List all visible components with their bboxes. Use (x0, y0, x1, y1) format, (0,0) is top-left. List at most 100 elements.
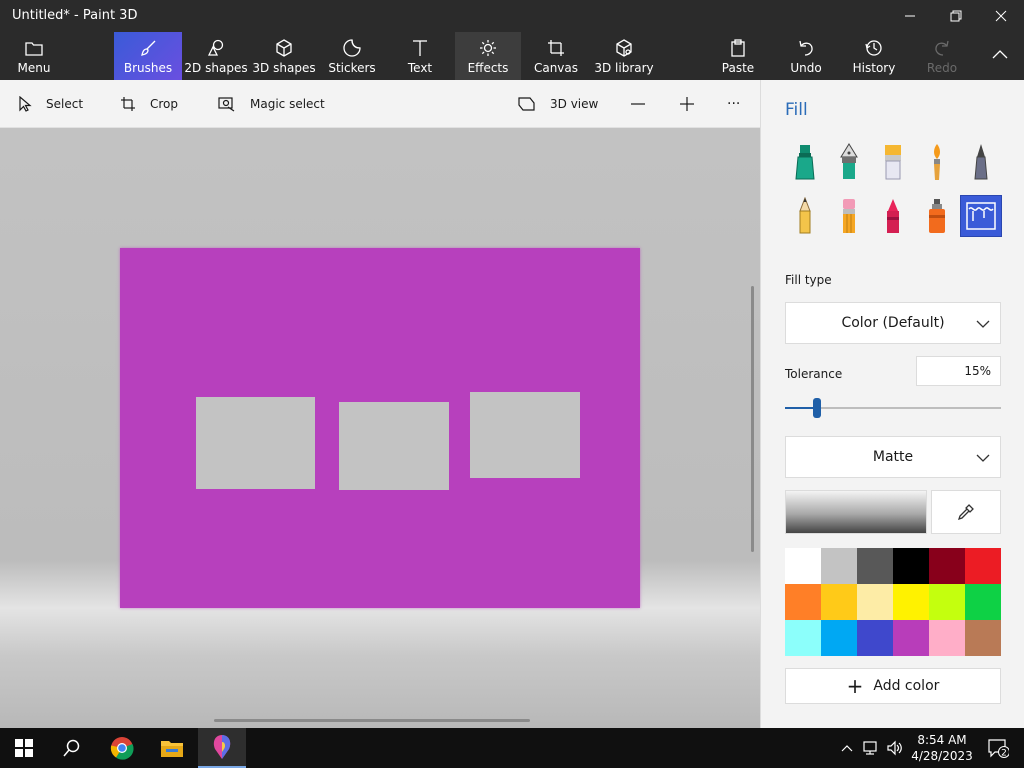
volume-button[interactable] (884, 728, 906, 768)
eraser-tool[interactable] (829, 196, 869, 236)
canvas-gray-rectangle (196, 397, 315, 489)
taskbar: 8:54 AM 4/28/2023 2 (0, 728, 1024, 768)
taskbar-paint-3d[interactable] (198, 728, 246, 768)
oil-brush-tool[interactable] (873, 142, 913, 182)
more-options-button[interactable]: ··· (727, 80, 740, 128)
color-swatch[interactable] (965, 584, 1001, 620)
chevron-down-icon (976, 454, 990, 462)
sun-icon (480, 40, 496, 56)
search-button[interactable] (48, 728, 96, 768)
horizontal-scrollbar[interactable] (214, 719, 530, 722)
color-preview[interactable] (785, 490, 927, 534)
folder-icon (161, 741, 183, 757)
history-button[interactable]: History (850, 32, 898, 80)
redo-button[interactable]: Redo (920, 32, 964, 80)
select-button[interactable]: Select (18, 80, 83, 128)
vertical-scrollbar[interactable] (751, 286, 754, 552)
finish-dropdown[interactable]: Matte (785, 436, 1001, 478)
canvas[interactable] (120, 248, 640, 608)
color-swatch[interactable] (929, 584, 965, 620)
start-button[interactable] (0, 728, 48, 768)
marker-icon (795, 145, 815, 180)
color-swatch[interactable] (893, 620, 929, 656)
taskbar-clock[interactable]: 8:54 AM 4/28/2023 (910, 732, 974, 764)
magic-select-icon (218, 97, 235, 112)
color-swatch[interactable] (821, 584, 857, 620)
pixel-pen-tool[interactable] (961, 142, 1001, 182)
calligraphy-pen-tool[interactable] (829, 142, 869, 182)
fill-bucket-tool[interactable] (960, 195, 1002, 237)
minimize-icon (905, 15, 915, 17)
color-swatch[interactable] (821, 620, 857, 656)
add-color-button[interactable]: + Add color (785, 668, 1001, 704)
select-cursor-icon (19, 96, 32, 112)
taskbar-chrome[interactable] (98, 728, 146, 768)
chevron-up-icon (841, 745, 853, 752)
brushes-label: Brushes (123, 61, 173, 75)
network-button[interactable] (860, 728, 882, 768)
color-swatch[interactable] (821, 548, 857, 584)
tab-2d-shapes[interactable]: 2D shapes (184, 32, 248, 80)
color-swatch[interactable] (929, 548, 965, 584)
brush-icon (141, 40, 156, 56)
tab-3d-library[interactable]: 3D library (594, 32, 654, 80)
tab-3d-shapes[interactable]: 3D shapes (252, 32, 316, 80)
color-swatch[interactable] (965, 620, 1001, 656)
collapse-ribbon-button[interactable] (980, 32, 1020, 80)
speaker-icon (887, 740, 902, 756)
color-swatch[interactable] (965, 548, 1001, 584)
taskbar-file-explorer[interactable] (148, 728, 196, 768)
watercolor-tool[interactable] (917, 142, 957, 182)
close-button[interactable] (978, 0, 1024, 32)
canvas-toolbar: Select Crop Magic select 3D view ··· (0, 80, 760, 128)
color-swatch[interactable] (929, 620, 965, 656)
eyedropper-button[interactable] (931, 490, 1001, 534)
color-swatch[interactable] (785, 620, 821, 656)
color-swatch[interactable] (785, 584, 821, 620)
pencil-tool[interactable] (785, 196, 825, 236)
tolerance-slider-thumb[interactable] (813, 398, 822, 418)
color-swatch[interactable] (857, 548, 893, 584)
zoom-out-button[interactable] (630, 80, 646, 128)
color-swatch[interactable] (785, 548, 821, 584)
3d-library-label: 3D library (594, 61, 654, 75)
close-icon (995, 10, 1007, 22)
spray-can-tool[interactable] (917, 196, 957, 236)
tab-stickers[interactable]: Stickers (326, 32, 378, 80)
crop-button[interactable]: Crop (120, 80, 178, 128)
canvas-crop-icon (548, 40, 564, 56)
watercolor-icon (934, 144, 940, 180)
color-swatch[interactable] (893, 548, 929, 584)
tolerance-slider[interactable] (785, 398, 1001, 418)
magic-select-button[interactable]: Magic select (218, 80, 325, 128)
tab-effects[interactable]: Effects (455, 32, 521, 80)
3d-view-button[interactable]: 3D view (518, 80, 598, 128)
marker-tool[interactable] (785, 142, 825, 182)
tab-text[interactable]: Text (398, 32, 442, 80)
redo-label: Redo (926, 61, 958, 75)
2d-shapes-label: 2D shapes (184, 61, 248, 75)
restore-button[interactable] (933, 0, 979, 32)
tolerance-input[interactable]: 15% (916, 356, 1001, 386)
zoom-in-button[interactable] (679, 80, 695, 128)
show-hidden-icons-button[interactable] (838, 728, 856, 768)
color-swatch[interactable] (857, 620, 893, 656)
undo-button[interactable]: Undo (784, 32, 828, 80)
notification-icon: 2 (988, 739, 1009, 758)
tab-canvas[interactable]: Canvas (532, 32, 580, 80)
magic-select-label: Magic select (250, 97, 325, 111)
paste-button[interactable]: Paste (716, 32, 760, 80)
color-swatch[interactable] (857, 584, 893, 620)
menu-label: Menu (17, 61, 51, 75)
menu-button[interactable]: Menu (6, 32, 62, 80)
action-center-button[interactable]: 2 (978, 728, 1018, 768)
3d-library-icon (616, 39, 632, 57)
color-swatch[interactable] (893, 584, 929, 620)
canvas-gray-rectangle (339, 402, 449, 490)
folder-icon (25, 42, 43, 56)
tab-brushes[interactable]: Brushes (114, 32, 182, 80)
minimize-button[interactable] (887, 0, 933, 32)
crayon-tool[interactable] (873, 196, 913, 236)
fill-type-dropdown[interactable]: Color (Default) (785, 302, 1001, 344)
workspace[interactable] (0, 128, 760, 728)
